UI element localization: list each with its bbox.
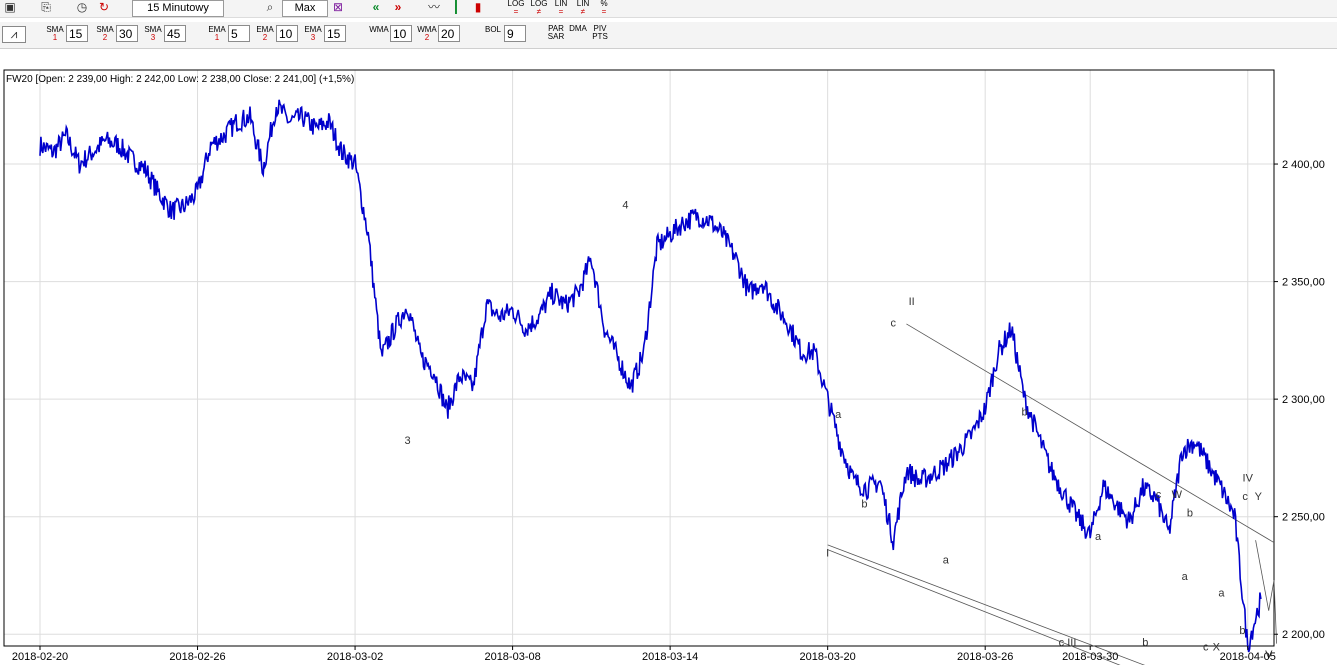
scroll-right-icon[interactable]: » <box>390 0 406 15</box>
wave-label: a <box>1218 588 1225 600</box>
wave-label: Y <box>1255 491 1263 503</box>
chart-background <box>0 50 1337 665</box>
indicator-label-ema-3: EMA 1 <box>208 25 226 42</box>
indicator-period-input-4[interactable]: 10 <box>276 25 298 42</box>
wave-label: I <box>826 548 829 560</box>
clock-icon[interactable]: ◷ <box>74 0 90 15</box>
x-tick-label: 2018-02-20 <box>12 651 68 663</box>
indicator-label-wma-7: WMA 2 <box>417 25 437 42</box>
wave-label: a <box>943 555 950 567</box>
indicator-label-wma-6: WMA <box>369 25 389 34</box>
indicator-label-sma-0: SMA 1 <box>46 25 64 42</box>
candle-chart-icon[interactable]: ▮ <box>470 0 486 15</box>
wave-label: 3 <box>405 435 411 447</box>
fit-icon[interactable]: ⊠ <box>330 0 346 15</box>
wave-label: b <box>1022 407 1028 419</box>
chart-svg: 34abIcIIabac III bc Wbac XabIVc YV 2 200,002 … <box>0 50 1337 670</box>
wave-label: II <box>909 296 915 308</box>
wave-label: a <box>835 409 842 421</box>
wave-label: c <box>1203 642 1209 654</box>
copy-icon[interactable]: ⎘ <box>38 0 54 15</box>
scale-percent-button[interactable]: % = <box>594 0 614 16</box>
scale-log-equal-button[interactable]: LOG = <box>506 0 526 16</box>
interval-select[interactable]: 15 Minutowy <box>132 0 224 17</box>
indicator-toolbar: ⩘ <box>0 22 1337 49</box>
indicator-period-input-2[interactable]: 45 <box>164 25 186 42</box>
wave-label: c <box>891 317 897 329</box>
indicator-period-input-8[interactable]: 9 <box>504 25 526 42</box>
indicator-label-sma-2: SMA 3 <box>144 25 162 42</box>
x-tick-label: 2018-03-08 <box>484 651 540 663</box>
wave-label: b <box>1239 625 1245 637</box>
wave-label: b <box>861 498 867 510</box>
indicator-period-input-1[interactable]: 30 <box>116 25 138 42</box>
x-tick-label: 2018-03-20 <box>800 651 856 663</box>
price-chart[interactable]: 3 4 a b Ic II a b a c III b c Wb a c Xa b IV c Y V 2 200,00 2 … <box>0 50 1337 670</box>
wave-label: III <box>1067 637 1076 649</box>
chart-settings-icon[interactable]: ⩘ <box>2 26 26 43</box>
scroll-left-icon[interactable]: « <box>368 0 384 15</box>
scale-log-notequal-button[interactable]: LOG ≠ <box>529 0 549 16</box>
y-tick-label: 2 200,00 <box>1282 629 1325 641</box>
extra-indicator-button-0[interactable]: PAR SAR <box>546 25 566 41</box>
line-chart-icon[interactable]: 〰 <box>426 0 442 15</box>
refresh-icon[interactable]: ↻ <box>96 0 112 15</box>
y-tick-label: 2 350,00 <box>1282 277 1325 289</box>
file-icon[interactable]: ▣ <box>2 0 18 15</box>
indicator-label-ema-5: EMA 3 <box>304 25 322 42</box>
x-tick-label: 2018-03-02 <box>327 651 383 663</box>
scale-lin-notequal-button[interactable]: LIN ≠ <box>573 0 593 16</box>
zoom-max-button[interactable]: Max <box>282 0 328 17</box>
indicator-label-ema-4: EMA 2 <box>256 25 274 42</box>
indicator-period-input-5[interactable]: 15 <box>324 25 346 42</box>
wave-label: c <box>1242 491 1248 503</box>
wave-label: c <box>1059 637 1065 649</box>
indicator-period-input-3[interactable]: 5 <box>228 25 250 42</box>
scale-lin-equal-button[interactable]: LIN = <box>551 0 571 16</box>
wave-label: c <box>1156 489 1162 501</box>
y-tick-label: 2 250,00 <box>1282 512 1325 524</box>
y-tick-label: 2 400,00 <box>1282 159 1325 171</box>
indicator-period-input-7[interactable]: 20 <box>438 25 460 42</box>
x-tick-label: 2018-03-26 <box>957 651 1013 663</box>
zoom-icon[interactable]: ⌕ <box>262 0 278 15</box>
wave-label: a <box>1182 571 1189 583</box>
wave-label: b <box>1187 508 1193 520</box>
x-tick-label: 2018-03-14 <box>642 651 698 663</box>
bar-chart-icon[interactable]: ┃ <box>448 0 464 15</box>
x-tick-label: 2018-04-05 <box>1220 651 1276 663</box>
indicator-period-input-6[interactable]: 10 <box>390 25 412 42</box>
x-tick-label: 2018-03-30 <box>1062 651 1118 663</box>
indicator-period-input-0[interactable]: 15 <box>66 25 88 42</box>
wave-label: W <box>1172 489 1183 501</box>
wave-label: IV <box>1243 472 1254 484</box>
x-tick-label: 2018-02-26 <box>169 651 225 663</box>
chart-title: FW20 [Open: 2 239,00 High: 2 242,00 Low:… <box>6 74 354 85</box>
wave-label: 4 <box>622 200 628 212</box>
indicator-label-sma-1: SMA 2 <box>96 25 114 42</box>
extra-indicator-button-1[interactable]: DMA <box>568 25 588 33</box>
indicator-label-bol-8: BOL <box>484 25 501 34</box>
wave-label: b <box>1142 637 1148 649</box>
top-toolbar: ▣ ⎘ ◷ ↻ 15 Minutowy ⌕ Max ⊠ « » 〰 ┃ ▮ LO… <box>0 0 1337 18</box>
extra-indicator-button-2[interactable]: PIV PTS <box>590 25 610 41</box>
y-tick-label: 2 300,00 <box>1282 394 1325 406</box>
wave-label: a <box>1095 531 1102 543</box>
